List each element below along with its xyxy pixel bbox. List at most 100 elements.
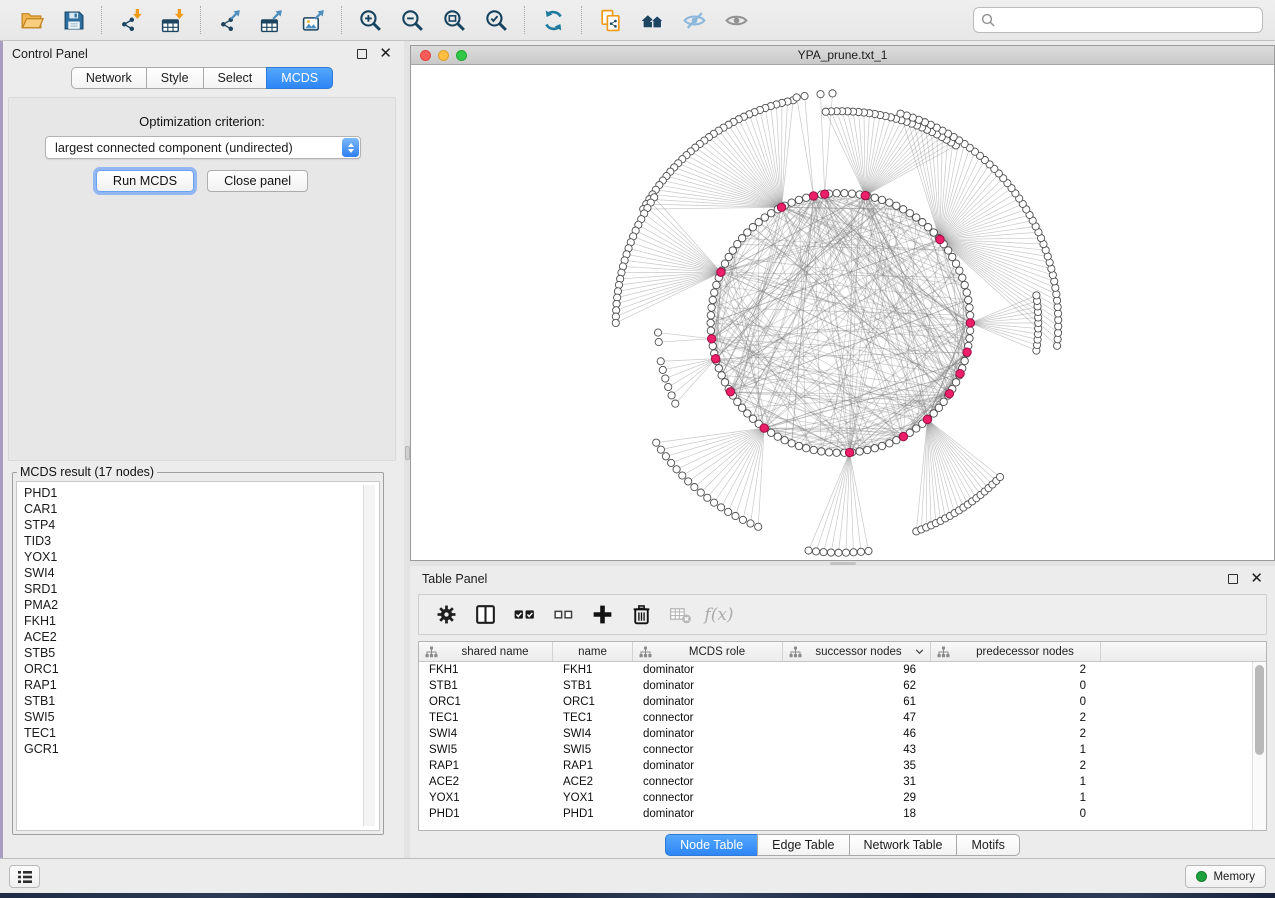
table-row[interactable]: FKH1FKH1dominator962: [419, 662, 1252, 678]
table-row[interactable]: SWI4SWI4dominator462: [419, 726, 1252, 742]
mcds-result-item[interactable]: PHD1: [24, 485, 379, 501]
control-panel-float-icon[interactable]: [357, 49, 367, 59]
mcds-result-item[interactable]: STB5: [24, 645, 379, 661]
table-tab-edge-table[interactable]: Edge Table: [757, 834, 849, 856]
table-row[interactable]: TEC1TEC1connector472: [419, 710, 1252, 726]
cell[interactable]: 1: [931, 742, 1101, 758]
mcds-result-item[interactable]: PMA2: [24, 597, 379, 613]
cell[interactable]: SWI4: [553, 726, 633, 742]
cell[interactable]: 1: [931, 790, 1101, 806]
cell[interactable]: PHD1: [419, 806, 553, 822]
splitter-grip[interactable]: [830, 562, 856, 565]
cell[interactable]: YOX1: [553, 790, 633, 806]
network-canvas[interactable]: [411, 65, 1274, 560]
cell[interactable]: dominator: [633, 662, 783, 678]
mcds-result-item[interactable]: SWI5: [24, 709, 379, 725]
maximize-window-icon[interactable]: [456, 50, 467, 61]
cell[interactable]: 62: [783, 678, 931, 694]
cell[interactable]: 47: [783, 710, 931, 726]
first-neighbors-icon[interactable]: [631, 3, 673, 37]
mcds-result-item[interactable]: STB1: [24, 693, 379, 709]
cell[interactable]: 0: [931, 806, 1101, 822]
cell[interactable]: SWI4: [419, 726, 553, 742]
cell[interactable]: STB1: [553, 678, 633, 694]
export-network-icon[interactable]: [208, 3, 250, 37]
cell[interactable]: 0: [931, 678, 1101, 694]
save-session-icon[interactable]: [52, 3, 94, 37]
cell[interactable]: YOX1: [419, 790, 553, 806]
table-panel-close-icon[interactable]: ✕: [1250, 574, 1263, 584]
zoom-fit-icon[interactable]: [433, 3, 475, 37]
splitter-grip[interactable]: [405, 446, 410, 460]
cell[interactable]: dominator: [633, 694, 783, 710]
export-table-icon[interactable]: [250, 3, 292, 37]
cell[interactable]: ORC1: [419, 694, 553, 710]
tab-network[interactable]: Network: [71, 67, 147, 89]
duplicate-network-icon[interactable]: [589, 3, 631, 37]
mcds-result-item[interactable]: TID3: [24, 533, 379, 549]
memory-button[interactable]: Memory: [1185, 865, 1266, 888]
close-panel-button[interactable]: Close panel: [207, 170, 308, 192]
search-input[interactable]: [995, 8, 1262, 32]
table-row[interactable]: ACE2ACE2connector311: [419, 774, 1252, 790]
cell[interactable]: 96: [783, 662, 931, 678]
mcds-result-item[interactable]: ORC1: [24, 661, 379, 677]
cell[interactable]: connector: [633, 790, 783, 806]
cell[interactable]: RAP1: [419, 758, 553, 774]
cell[interactable]: 2: [931, 758, 1101, 774]
tab-select[interactable]: Select: [203, 67, 268, 89]
cell[interactable]: FKH1: [553, 662, 633, 678]
mcds-result-item[interactable]: SRD1: [24, 581, 379, 597]
cell[interactable]: SWI5: [419, 742, 553, 758]
mcds-result-item[interactable]: RAP1: [24, 677, 379, 693]
cell[interactable]: STB1: [419, 678, 553, 694]
tab-style[interactable]: Style: [146, 67, 204, 89]
cell[interactable]: 61: [783, 694, 931, 710]
criterion-select[interactable]: largest connected component (undirected): [45, 136, 361, 159]
cell[interactable]: 18: [783, 806, 931, 822]
close-window-icon[interactable]: [420, 50, 431, 61]
table-panel-float-icon[interactable]: [1228, 574, 1238, 584]
mcds-result-item[interactable]: YOX1: [24, 549, 379, 565]
tab-mcds[interactable]: MCDS: [266, 67, 333, 89]
column-header-name[interactable]: name: [553, 642, 633, 661]
cell[interactable]: ORC1: [553, 694, 633, 710]
table-row[interactable]: RAP1RAP1dominator352: [419, 758, 1252, 774]
mcds-result-item[interactable]: ACE2: [24, 629, 379, 645]
mcds-result-item[interactable]: GCR1: [24, 741, 379, 757]
column-header-MCDS-role[interactable]: MCDS role: [633, 642, 783, 661]
cell[interactable]: TEC1: [419, 710, 553, 726]
cell[interactable]: 31: [783, 774, 931, 790]
import-network-icon[interactable]: [109, 3, 151, 37]
run-mcds-button[interactable]: Run MCDS: [96, 170, 194, 192]
panel-list-button[interactable]: [9, 865, 40, 888]
mcds-result-item[interactable]: SWI4: [24, 565, 379, 581]
cell[interactable]: connector: [633, 710, 783, 726]
cell[interactable]: SWI5: [553, 742, 633, 758]
cell[interactable]: ACE2: [419, 774, 553, 790]
cell[interactable]: FKH1: [419, 662, 553, 678]
cell[interactable]: 2: [931, 710, 1101, 726]
refresh-view-icon[interactable]: [532, 3, 574, 37]
table-row[interactable]: PHD1PHD1dominator180: [419, 806, 1252, 822]
cell[interactable]: 35: [783, 758, 931, 774]
deselect-all-icon[interactable]: [548, 600, 578, 630]
table-tab-network-table[interactable]: Network Table: [849, 834, 958, 856]
table-row[interactable]: SWI5SWI5connector431: [419, 742, 1252, 758]
split-column-icon[interactable]: [470, 600, 500, 630]
import-table-icon[interactable]: [151, 3, 193, 37]
cell[interactable]: dominator: [633, 758, 783, 774]
cell[interactable]: 0: [931, 694, 1101, 710]
add-column-icon[interactable]: [587, 600, 617, 630]
cell[interactable]: 2: [931, 662, 1101, 678]
cell[interactable]: 43: [783, 742, 931, 758]
open-file-icon[interactable]: [10, 3, 52, 37]
scrollbar-thumb[interactable]: [1255, 665, 1264, 755]
zoom-selected-icon[interactable]: [475, 3, 517, 37]
cell[interactable]: RAP1: [553, 758, 633, 774]
cell[interactable]: 2: [931, 726, 1101, 742]
cell[interactable]: dominator: [633, 806, 783, 822]
column-header-successor-nodes[interactable]: successor nodes: [783, 642, 931, 661]
minimize-window-icon[interactable]: [438, 50, 449, 61]
network-window-titlebar[interactable]: YPA_prune.txt_1: [411, 46, 1274, 65]
